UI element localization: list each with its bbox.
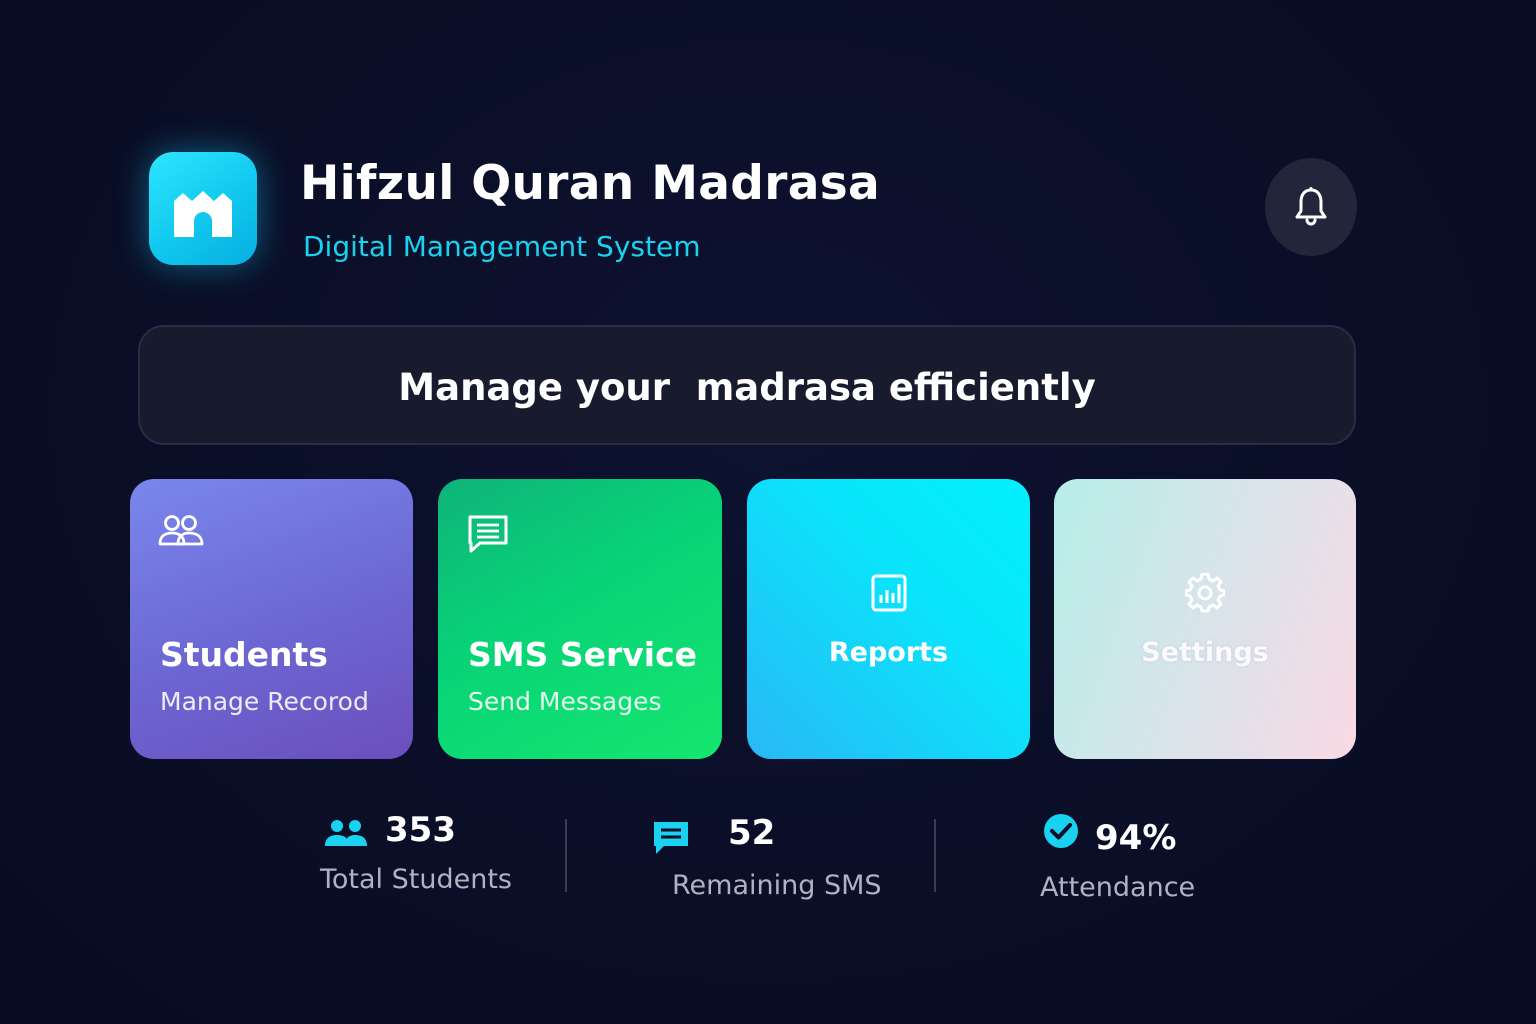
check-circle-icon <box>1044 814 1078 848</box>
reports-card[interactable]: Reports <box>747 479 1030 759</box>
page-title: Hifzul Quran Madrasa <box>300 156 881 211</box>
sms-card-title: SMS Service <box>468 635 698 674</box>
attendance-label: Attendance <box>1040 872 1196 903</box>
welcome-banner: Manage your madrasa efficiently <box>138 325 1356 445</box>
settings-card-title: Settings <box>1141 637 1269 668</box>
sms-card-subtitle: Send Messages <box>468 687 662 716</box>
message-icon <box>654 822 688 854</box>
remaining-sms-label: Remaining SMS <box>672 870 882 901</box>
stat-divider <box>934 819 936 892</box>
students-card-title: Students <box>160 635 328 674</box>
remaining-sms-value: 52 <box>728 813 776 853</box>
students-card-subtitle: Manage Recorod <box>160 687 369 716</box>
total-students-label: Total Students <box>320 864 512 895</box>
chart-icon <box>871 574 906 612</box>
message-icon <box>466 513 510 559</box>
stat-total-students: 353 Total Students <box>320 810 512 895</box>
page-subtitle: Digital Management System <box>303 230 701 263</box>
users-icon <box>158 513 204 551</box>
bell-icon <box>1295 187 1327 226</box>
attendance-value: 94% <box>1095 818 1177 858</box>
stat-attendance: 94% Attendance <box>1040 810 1195 903</box>
banner-text: Manage your madrasa efficiently <box>398 365 1096 409</box>
users-icon <box>325 820 367 846</box>
mosque-icon <box>174 190 232 237</box>
reports-card-title: Reports <box>828 637 949 668</box>
notification-button[interactable] <box>1265 158 1357 256</box>
settings-card[interactable]: Settings <box>1054 479 1356 759</box>
sms-service-card[interactable]: SMS Service Send Messages <box>438 479 722 759</box>
stat-divider <box>565 819 567 892</box>
total-students-value: 353 <box>385 810 456 850</box>
students-card[interactable]: Students Manage Recorod <box>130 479 413 759</box>
app-logo <box>149 152 257 265</box>
stat-remaining-sms: 52 Remaining SMS <box>654 810 882 901</box>
gear-icon <box>1185 573 1225 613</box>
